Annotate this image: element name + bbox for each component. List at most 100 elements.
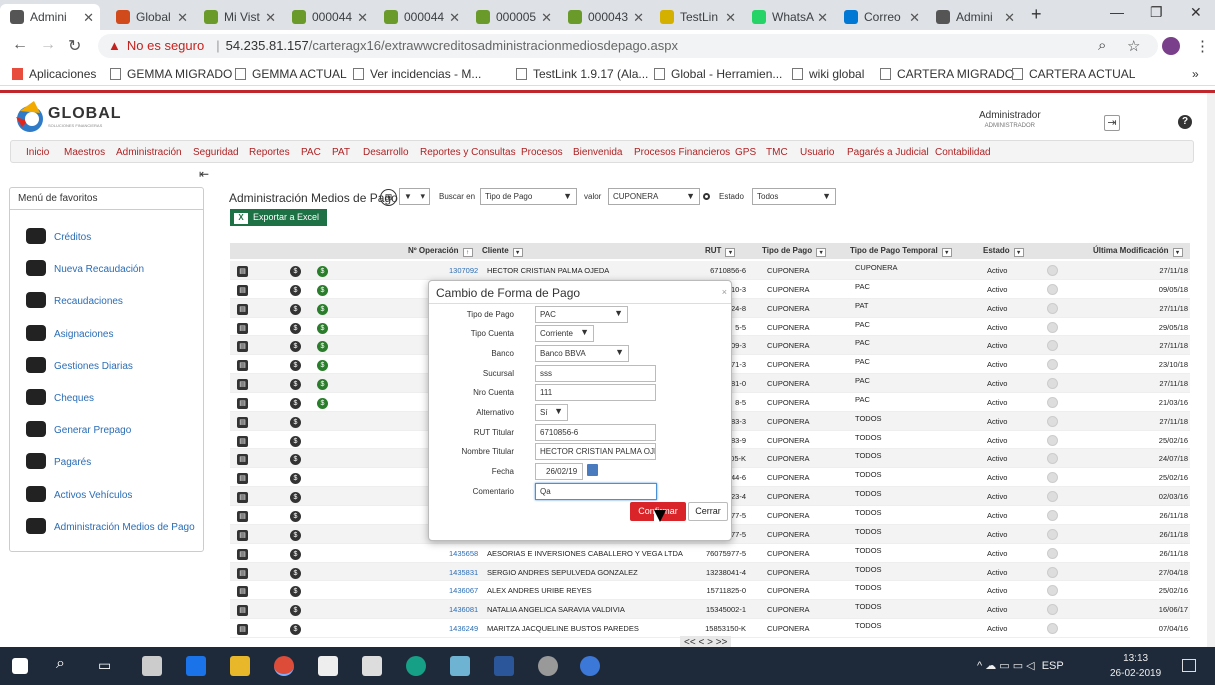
operacion-cell[interactable]: 1436081 [449,605,478,614]
store-icon[interactable] [318,656,338,676]
tipo-cuenta-select[interactable]: Corriente ▼ [535,325,594,342]
language-indicator[interactable]: ESP [1042,660,1064,672]
nombre-titular-input[interactable]: HECTOR CRISTIAN PALMA OJEDA [535,443,656,460]
payment-icon[interactable]: $ [290,473,301,485]
menu-item[interactable]: Reportes y Consultas [420,147,516,158]
grid-settings-icon[interactable]: ⊞ [380,189,397,206]
row-checkbox[interactable] [1047,378,1058,390]
detail-icon[interactable]: ▤ [237,492,248,504]
fecha-input[interactable]: 26/02/19 [535,463,583,480]
row-checkbox[interactable] [1047,623,1058,635]
cerrar-button[interactable]: Cerrar [688,502,728,521]
operacion-cell[interactable]: 1436067 [449,586,478,595]
mail-icon[interactable] [362,656,382,676]
col-rut[interactable]: RUT ▾ [705,246,736,257]
tab-close-icon[interactable]: ✕ [177,10,188,26]
rut-titular-input[interactable]: 6710856-6 [535,424,656,441]
detail-icon[interactable]: ▤ [237,379,248,391]
sidebar-item[interactable]: Créditos [26,228,91,244]
bookmark-item[interactable]: wiki global [792,67,864,81]
tab-close-icon[interactable]: ✕ [909,10,920,26]
menu-item[interactable]: Pagarés a Judicial [847,147,929,158]
profile-avatar[interactable] [1162,37,1180,55]
word-icon[interactable] [494,656,514,676]
clear-filter-icon[interactable] [703,193,710,200]
windows-start-icon[interactable] [12,658,28,674]
detail-icon[interactable]: ▤ [237,397,248,409]
table-row[interactable]: ▤ $1435831 SERGIO ANDRES SEPULVEDA GONZALE… [230,562,1190,582]
tab-close-icon[interactable]: ✕ [83,10,94,26]
tab-close-icon[interactable]: ✕ [633,10,644,26]
row-checkbox[interactable] [1047,265,1058,276]
collapse-sidebar-icon[interactable]: ⇤ [199,167,209,181]
col-tipo-temporal[interactable]: Tipo de Pago Temporal ▾ [850,246,952,257]
sucursal-input[interactable]: sss [535,365,656,382]
payment-icon[interactable]: $ [290,416,301,428]
window-close-button[interactable]: ✕ [1190,4,1202,21]
row-checkbox[interactable] [1047,302,1058,314]
detail-icon[interactable]: ▤ [237,341,248,353]
operacion-cell[interactable]: 1307092 [449,266,478,275]
page-scrollbar[interactable] [1207,93,1215,648]
security-warning[interactable]: No es seguro [127,38,204,53]
menu-item[interactable]: Procesos Financieros [634,147,730,158]
buscar-select[interactable]: Tipo de Pago ▼ [480,188,577,205]
payment-icon[interactable]: $ [290,586,301,598]
change-payment-icon[interactable]: $ [317,284,328,296]
chrome-icon[interactable] [274,656,294,676]
menu-item[interactable]: Usuario [800,147,834,158]
menu-item[interactable]: Desarrollo [363,147,409,158]
payment-icon[interactable]: $ [290,510,301,522]
bookmark-item[interactable]: Aplicaciones [12,67,96,81]
bookmark-item[interactable]: CARTERA ACTUAL [1012,67,1135,81]
detail-icon[interactable]: ▤ [237,624,248,636]
url-field[interactable]: ▲ No es seguro | 54.235.81.157/carteragx16/… [98,34,1158,58]
menu-item[interactable]: Contabilidad [935,147,991,158]
payment-icon[interactable]: $ [290,322,301,334]
detail-icon[interactable]: ▤ [237,529,248,541]
browser-tab[interactable]: WhatsA ✕ [742,4,834,30]
browser-tab[interactable]: 000044 ✕ [282,4,374,30]
arduino-icon[interactable] [406,656,426,676]
browser-tab[interactable]: Correo ✕ [834,4,926,30]
sidebar-item[interactable]: Cheques [26,389,94,405]
nro-cuenta-input[interactable]: 111 [535,384,656,401]
table-row[interactable]: ▤ $1436067 ALEX ANDRES URIBE REYES 15711825… [230,581,1190,601]
detail-icon[interactable]: ▤ [237,605,248,617]
menu-item[interactable]: TMC [766,147,788,158]
tray-icons[interactable]: ^ ☁ ▭ ▭ ◁ [977,660,1038,672]
sidebar-item[interactable]: Gestiones Diarias [26,356,133,373]
row-checkbox[interactable] [1047,566,1058,578]
payment-icon[interactable]: $ [290,454,301,466]
col-tipo-pago[interactable]: Tipo de Pago ▾ [762,246,827,257]
skype-icon[interactable] [580,656,600,676]
detail-icon[interactable]: ▤ [237,360,248,372]
change-payment-icon[interactable]: $ [317,341,328,353]
clock[interactable]: 13:13 26-02-2019 [1110,651,1161,681]
row-checkbox[interactable] [1047,283,1058,295]
row-checkbox[interactable] [1047,472,1058,484]
bookmark-item[interactable]: GEMMA ACTUAL [235,67,347,81]
detail-icon[interactable]: ▤ [237,416,248,428]
change-payment-icon[interactable]: $ [317,397,328,409]
detail-icon[interactable]: ▤ [237,473,248,485]
tab-close-icon[interactable]: ✕ [541,10,552,26]
bookmark-star-icon[interactable]: ☆ [1127,37,1140,55]
change-payment-icon[interactable]: $ [317,303,328,315]
notification-icon[interactable] [1182,659,1196,672]
menu-item[interactable]: Procesos [521,147,563,158]
payment-icon[interactable]: $ [290,341,301,353]
comentario-input[interactable]: Qa [535,483,657,500]
row-checkbox[interactable] [1047,396,1058,408]
tab-close-icon[interactable]: ✕ [357,10,368,26]
tab-close-icon[interactable]: ✕ [725,10,736,26]
browser-tab[interactable]: 000005 ✕ [466,4,558,30]
sidebar-item[interactable]: Asignaciones [26,324,113,341]
col-cliente[interactable]: Cliente ▾ [482,246,523,257]
payment-icon[interactable]: $ [290,266,301,277]
row-checkbox[interactable] [1047,547,1058,559]
menu-item[interactable]: Administración [116,147,182,158]
row-checkbox[interactable] [1047,415,1058,427]
more-bookmarks-icon[interactable]: » [1192,67,1199,81]
col-operacion[interactable]: Nº Operación ↑ [408,246,473,257]
